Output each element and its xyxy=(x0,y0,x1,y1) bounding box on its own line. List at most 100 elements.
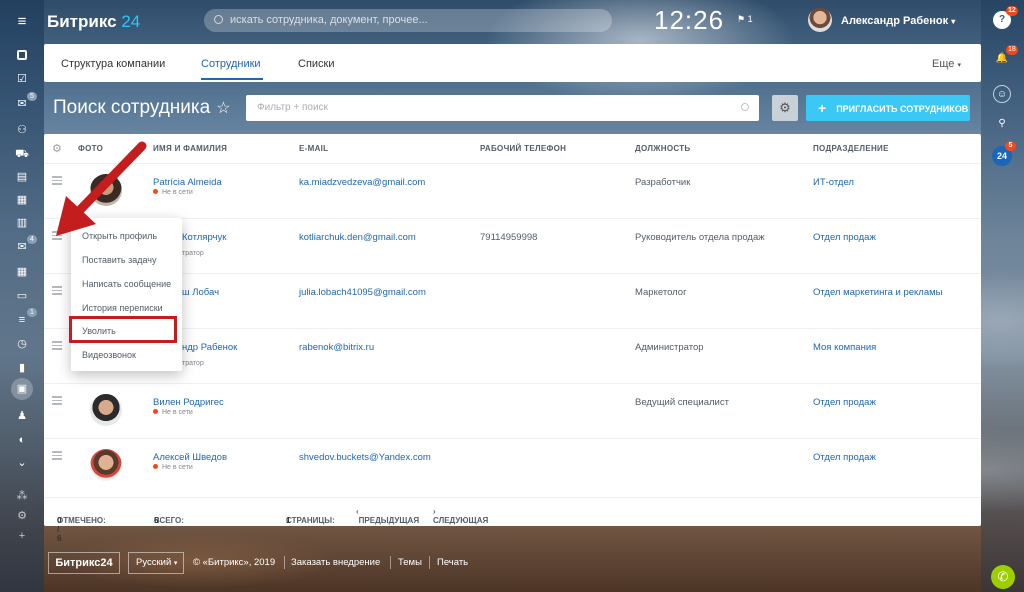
bell-icon[interactable]: 🔔 18 xyxy=(993,45,1018,68)
menu-icon[interactable]: ≡ xyxy=(14,14,30,30)
cart-icon[interactable]: ⛟ xyxy=(14,146,30,162)
global-search-input[interactable]: искать сотрудника, документ, прочее... xyxy=(204,9,612,32)
add-icon[interactable]: + xyxy=(14,528,30,544)
pages-label: СТРАНИЦЫ: xyxy=(286,516,335,525)
table-row[interactable]: ндр Рабенок тратор rabenok@bitrix.ru Адм… xyxy=(44,328,981,383)
user-avatar[interactable] xyxy=(808,8,832,32)
employee-position: Маркетолог xyxy=(635,287,687,298)
pages-value: 1 xyxy=(286,516,291,525)
marketing-icon[interactable]: ◐ xyxy=(14,432,30,448)
invite-employees-button[interactable]: + ПРИГЛАСИТЬ СОТРУДНИКОВ xyxy=(806,95,970,121)
b24-chat-icon[interactable]: 24 5 xyxy=(992,141,1016,166)
table-row[interactable]: Patrícia Almeida Не в сети ka.miadzvedze… xyxy=(44,163,981,218)
tab-structure[interactable]: Структура компании xyxy=(61,58,165,70)
feed-icon[interactable] xyxy=(14,47,30,63)
filter-search-input[interactable]: Фильтр + поиск xyxy=(246,95,759,121)
column-email[interactable]: E-MAIL xyxy=(299,144,328,153)
footer-logo[interactable]: Битрикс24 xyxy=(48,552,120,574)
calendar-icon[interactable]: ▦ xyxy=(14,192,30,208)
next-page-button[interactable]: СЛЕДУЮЩАЯ › xyxy=(433,507,488,525)
filter-settings-button[interactable]: ⚙ xyxy=(772,95,798,121)
employee-position: Руководитель отдела продаж xyxy=(635,232,765,243)
smile-icon[interactable]: ☺ xyxy=(993,85,1011,103)
sitemap-icon[interactable]: ⁂ xyxy=(14,488,30,504)
employee-name[interactable]: ш Лобач xyxy=(182,287,219,298)
themes-link[interactable]: Темы xyxy=(398,557,422,568)
search-rail-icon[interactable]: ⚲ xyxy=(993,115,1011,133)
total-label: ВСЕГО: xyxy=(154,516,184,525)
employee-name[interactable]: ндр Рабенок xyxy=(182,342,237,353)
chat-badge: 5 xyxy=(27,92,37,101)
print-link[interactable]: Печать xyxy=(437,557,468,568)
table-row[interactable]: Алексей Шведов Не в сети shvedov.buckets… xyxy=(44,438,981,493)
chat-icon[interactable]: ✉ 5 xyxy=(14,92,37,112)
table-row[interactable]: Котлярчук тратор kotliarchuk.den@gmail.c… xyxy=(44,218,981,273)
employee-position: Разработчик xyxy=(635,177,691,188)
employee-email[interactable]: julia.lobach41095@gmail.com xyxy=(299,287,426,298)
employee-department[interactable]: Отдел продаж xyxy=(813,397,876,408)
employee-email[interactable]: rabenok@bitrix.ru xyxy=(299,342,374,353)
menu-item-chat-history[interactable]: История переписки xyxy=(82,303,163,313)
contacts-icon[interactable]: ▣ xyxy=(11,378,33,400)
employee-email[interactable]: ka.miadzvedzeva@gmail.com xyxy=(299,177,425,188)
time-icon[interactable]: ◷ xyxy=(14,336,30,352)
table-row[interactable]: ш Лобач julia.lobach41095@gmail.com Марк… xyxy=(44,273,981,328)
reports-icon[interactable]: ▮ xyxy=(14,360,30,376)
table-row[interactable]: Вилен Родригес Не в сети Ведущий специал… xyxy=(44,383,981,438)
employee-department[interactable]: Отдел маркетинга и рекламы xyxy=(813,287,943,298)
menu-item-video-call[interactable]: Видеозвонок xyxy=(82,350,136,360)
flag-counter[interactable]: ⚑ 1 xyxy=(737,14,753,25)
apps-icon[interactable]: ▦ xyxy=(14,264,30,280)
menu-item-send-message[interactable]: Написать сообщение xyxy=(82,279,171,289)
order-link[interactable]: Заказать внедрение xyxy=(291,557,380,568)
language-value: Русский xyxy=(136,557,172,568)
employee-department[interactable]: ИТ-отдел xyxy=(813,177,854,188)
clock[interactable]: 12:26 xyxy=(654,5,724,36)
employee-name[interactable]: Вилен Родригес xyxy=(153,397,224,408)
robots-icon[interactable]: ♟ xyxy=(14,408,30,424)
copyright: © «Битрикс», 2019 xyxy=(193,557,276,568)
employee-email[interactable]: shvedov.buckets@Yandex.com xyxy=(299,452,431,463)
employee-department[interactable]: Отдел продаж xyxy=(813,452,876,463)
row-menu-icon[interactable] xyxy=(52,341,62,352)
row-menu-icon[interactable] xyxy=(52,451,62,462)
language-select[interactable]: Русский ▾ xyxy=(128,552,184,574)
employee-department[interactable]: Моя компания xyxy=(813,342,876,353)
menu-item-create-task[interactable]: Поставить задачу xyxy=(82,255,157,265)
prev-page-button[interactable]: ‹ ПРЕДЫДУЩАЯ xyxy=(356,507,419,525)
row-menu-icon[interactable] xyxy=(52,396,62,407)
logo-text: Битрикс xyxy=(47,12,117,31)
employees-icon[interactable]: ⚇ xyxy=(14,122,30,138)
more-menu[interactable]: Еще ▾ xyxy=(932,58,961,70)
tab-lists[interactable]: Списки xyxy=(298,58,335,70)
column-phone[interactable]: РАБОЧИЙ ТЕЛЕФОН xyxy=(480,144,566,153)
tab-employees[interactable]: Сотрудники xyxy=(201,58,261,70)
sites-icon[interactable]: ▥ xyxy=(14,215,30,231)
column-department[interactable]: ПОДРАЗДЕЛЕНИЕ xyxy=(813,144,889,153)
employee-name[interactable]: Котлярчук xyxy=(182,232,226,243)
column-position[interactable]: ДОЛЖНОСТЬ xyxy=(635,144,690,153)
row-menu-icon[interactable] xyxy=(52,286,62,297)
window-icon[interactable]: ▭ xyxy=(14,288,30,304)
help-icon[interactable]: ? 12 xyxy=(993,6,1018,29)
employee-email[interactable]: kotliarchuk.den@gmail.com xyxy=(299,232,416,243)
logo[interactable]: Битрикс 24 xyxy=(47,12,140,32)
search-icon xyxy=(214,15,223,24)
user-menu[interactable]: Александр Рабенок ▾ xyxy=(841,15,955,27)
employee-department[interactable]: Отдел продаж xyxy=(813,232,876,243)
filter-icon[interactable]: ≡ 1 xyxy=(14,308,37,328)
avatar[interactable] xyxy=(90,449,122,481)
invite-label: ПРИГЛАСИТЬ СОТРУДНИКОВ xyxy=(836,104,969,114)
active-tab-indicator xyxy=(201,78,263,80)
mail-icon[interactable]: ✉ 4 xyxy=(14,235,37,255)
settings-icon[interactable]: ⚙ xyxy=(14,508,30,524)
notify-badge: 18 xyxy=(1006,45,1018,55)
more-down-icon[interactable]: ⌄ xyxy=(14,455,30,471)
status-badge: Не в сети xyxy=(153,464,193,471)
phone-icon[interactable]: ✆ xyxy=(991,565,1015,589)
tasks-icon[interactable]: ☑ xyxy=(14,71,30,87)
drive-icon[interactable]: ▤ xyxy=(14,169,30,185)
employee-name[interactable]: Алексей Шведов xyxy=(153,452,227,463)
avatar[interactable] xyxy=(90,394,122,426)
star-icon[interactable]: ☆ xyxy=(216,100,230,117)
